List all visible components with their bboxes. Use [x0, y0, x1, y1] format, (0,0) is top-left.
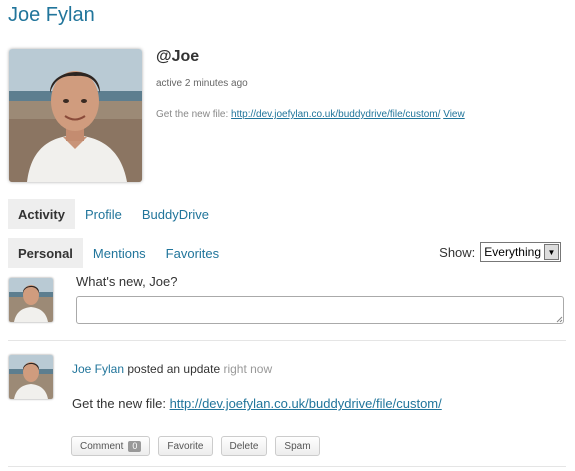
post-form-label: What's new, Joe?: [76, 274, 178, 289]
latest-update-link[interactable]: http://dev.joefylan.co.uk/buddydrive/fil…: [231, 109, 440, 120]
spam-button[interactable]: Spam: [275, 436, 320, 456]
resize-grip-icon[interactable]: [556, 316, 563, 323]
activity-actions: Comment 0 Favorite Delete Spam: [71, 436, 320, 456]
activity-header: Joe Fylan posted an update right now: [72, 362, 272, 376]
page-title: Joe Fylan: [8, 4, 95, 26]
user-thumbnail: [9, 278, 53, 322]
activity-content: Get the new file: http://dev.joefylan.co…: [72, 396, 442, 411]
tab-activity[interactable]: Activity: [8, 199, 75, 229]
activity-text: Get the new file:: [72, 396, 170, 411]
user-mention: @Joe: [156, 48, 200, 65]
latest-update: Get the new file: http://dev.joefylan.co…: [156, 109, 465, 120]
last-active: active 2 minutes ago: [156, 78, 248, 89]
divider: [8, 340, 566, 341]
view-link[interactable]: View: [443, 109, 465, 120]
activity-subnav: Personal Mentions Favorites: [8, 238, 229, 268]
filter-select[interactable]: Everything ▼: [480, 242, 561, 262]
activity-filter: Show: Everything ▼: [439, 242, 561, 262]
post-form-avatar[interactable]: [9, 278, 53, 322]
profile-photo: [9, 49, 142, 182]
filter-selected-value: Everything: [484, 245, 541, 259]
activity-file-link[interactable]: http://dev.joefylan.co.uk/buddydrive/fil…: [170, 396, 442, 411]
subtab-favorites[interactable]: Favorites: [156, 238, 229, 268]
latest-update-text: Get the new file:: [156, 109, 232, 120]
subtab-mentions[interactable]: Mentions: [83, 238, 156, 268]
activity-avatar[interactable]: [9, 355, 53, 399]
comment-button[interactable]: Comment 0: [71, 436, 151, 456]
subtab-personal[interactable]: Personal: [8, 238, 83, 268]
comment-button-label: Comment: [80, 440, 124, 452]
whats-new-input[interactable]: [76, 296, 564, 324]
tab-profile[interactable]: Profile: [75, 199, 132, 229]
favorite-button[interactable]: Favorite: [158, 436, 213, 456]
activity-author-link[interactable]: Joe Fylan: [72, 362, 124, 376]
chevron-down-icon[interactable]: ▼: [544, 244, 559, 260]
comment-count-badge: 0: [128, 440, 142, 452]
user-thumbnail: [9, 355, 53, 399]
delete-button[interactable]: Delete: [220, 436, 268, 456]
profile-nav: Activity Profile BuddyDrive: [8, 199, 219, 229]
activity-action: posted an update: [124, 362, 224, 376]
profile-avatar[interactable]: [9, 49, 142, 182]
divider: [8, 466, 566, 467]
filter-label: Show:: [439, 244, 476, 260]
activity-time[interactable]: right now: [223, 362, 272, 376]
tab-buddydrive[interactable]: BuddyDrive: [132, 199, 219, 229]
